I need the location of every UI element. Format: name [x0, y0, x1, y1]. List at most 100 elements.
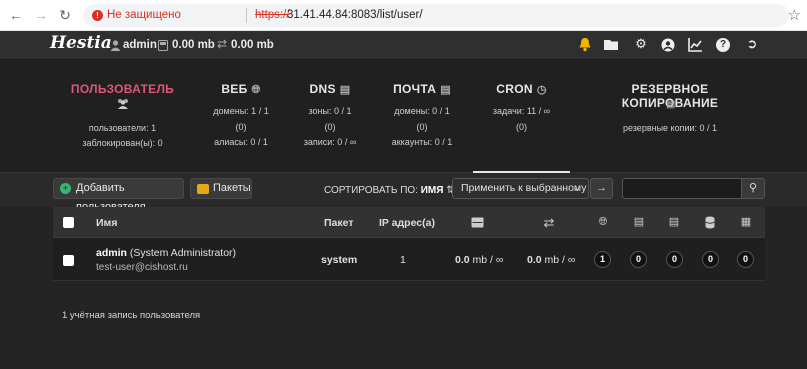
bell-icon[interactable]: [578, 37, 592, 52]
back-icon[interactable]: ←: [7, 6, 25, 24]
row-checkbox[interactable]: [63, 255, 74, 266]
search-input[interactable]: [622, 178, 742, 199]
tab-stat: аккаунты: 0 / 1: [391, 137, 453, 147]
packages-label: Пакеты: [213, 182, 251, 194]
db-count-badge: 0: [702, 251, 719, 268]
address-bar[interactable]: ! Не защищено https:// 31.41.44.84:8083/…: [83, 4, 801, 27]
tab-title: ПОЛЬЗОВАТЕЛЬ: [70, 82, 175, 96]
top-bar: Hestia admin 0.00 mb ⇄ 0.00 mb ⚙ ? ➲: [0, 31, 807, 60]
backup-count-badge: 0: [737, 251, 754, 268]
book-icon: ▤: [633, 216, 645, 228]
sort-label: СОРТИРОВАТЬ ПО:: [324, 185, 418, 196]
row-bw-unit: mb / ∞: [544, 254, 576, 266]
url-scheme: https://: [255, 9, 290, 21]
tab-title: CRON: [496, 82, 533, 96]
disk-usage: 0.00 mb: [172, 39, 215, 51]
search-button[interactable]: ⚲: [741, 178, 765, 199]
database-icon: [705, 216, 715, 229]
disk-icon: [471, 217, 484, 228]
reload-icon[interactable]: ↻: [56, 6, 74, 24]
clock-icon: ◷: [536, 84, 547, 96]
help-icon[interactable]: ?: [716, 38, 730, 52]
warning-icon: !: [92, 10, 103, 21]
bulk-action-select[interactable]: Применить к выбранному ⌄: [452, 178, 589, 199]
tab-stat: записи: 0 / ∞: [303, 137, 357, 147]
globe-icon: 🌐︎: [598, 216, 608, 228]
packages-button[interactable]: Пакеты: [190, 178, 252, 199]
url-text: 31.41.44.84:8083/list/user/: [287, 9, 423, 21]
gear-icon[interactable]: ⚙: [633, 36, 649, 52]
security-label[interactable]: Не защищено: [107, 9, 181, 21]
add-user-button[interactable]: + Добавить пользователя: [53, 178, 184, 213]
bulk-action-value: Применить к выбранному: [461, 182, 587, 194]
tab-users[interactable]: ПОЛЬЗОВАТЕЛЬ пользователи: 1 заблокирова…: [60, 60, 185, 173]
tab-stat: заблокирован(ы): 0: [82, 138, 163, 148]
disk-icon: [158, 40, 168, 51]
table-row[interactable]: admin (System Administrator) test-user@c…: [53, 238, 765, 281]
tab-stat: пользователи: 1: [88, 123, 157, 133]
tab-mail[interactable]: ПОЧТА ▤ домены: 0 / 1 (0) аккаунты: 0 / 1: [379, 60, 465, 173]
toolbar: + Добавить пользователя Пакеты СОРТИРОВА…: [0, 173, 807, 213]
logout-icon[interactable]: ➲: [744, 36, 760, 52]
tab-stat: домены: 1 / 1: [213, 106, 269, 116]
bookmark-star-icon[interactable]: ☆: [788, 6, 801, 24]
chevron-down-icon: ⌄: [573, 183, 581, 193]
tab-stat: (0): [324, 122, 336, 132]
folder-icon[interactable]: [604, 39, 620, 51]
package-icon: [197, 184, 209, 194]
tab-title: DNS: [309, 82, 336, 96]
apply-button[interactable]: →: [590, 178, 613, 199]
logo[interactable]: Hestia: [50, 33, 112, 53]
tab-backup[interactable]: РЕЗЕРВНОЕ КОПИРОВАНИЕ ▦ резервные копии:…: [588, 60, 752, 173]
forward-icon[interactable]: →: [32, 6, 50, 24]
row-disk-unit: mb / ∞: [472, 254, 504, 266]
plus-circle-icon: +: [60, 183, 71, 194]
file-icon: ▦: [666, 99, 676, 110]
tab-stat: (0): [516, 122, 527, 132]
sort-control[interactable]: СОРТИРОВАТЬ ПО: ИМЯ ⇅: [324, 185, 455, 196]
mail-server-icon: ▤: [668, 216, 680, 228]
tab-stat: (0): [416, 122, 428, 132]
user-icon: [110, 40, 121, 51]
file-icon: ▦: [740, 216, 752, 228]
row-email: test-user@cishost.ru: [96, 262, 188, 273]
transfer-icon: ⇄: [543, 215, 555, 230]
chart-icon[interactable]: [688, 38, 703, 52]
header-name[interactable]: Имя: [96, 217, 117, 229]
tab-title: ПОЧТА: [393, 82, 437, 96]
tab-cron[interactable]: CRON ◷ задачи: 11 / ∞ (0): [473, 60, 570, 174]
tab-dns[interactable]: DNS ▤ зоны: 0 / 1 (0) записи: 0 / ∞: [296, 60, 364, 173]
mail-server-icon: ▤: [440, 84, 451, 96]
transfer-icon: ⇄: [216, 37, 228, 51]
sort-value: ИМЯ: [420, 185, 444, 196]
tab-stat: резервные копии: 0 / 1: [622, 123, 718, 133]
web-count-badge: 1: [594, 251, 611, 268]
header-ip[interactable]: IP адрес(а): [379, 217, 435, 229]
dns-count-badge: 0: [630, 251, 647, 268]
tab-stat: алиасы: 0 / 1: [214, 137, 268, 147]
row-package[interactable]: system: [321, 254, 357, 266]
tab-title: ВЕБ: [221, 82, 248, 96]
divider: [246, 8, 247, 23]
users-icon: [118, 99, 128, 109]
mail-count-badge: 0: [666, 251, 683, 268]
tab-stat: (0): [235, 122, 247, 132]
globe-icon: 🌐︎: [251, 84, 261, 96]
stats-panel: ПОЛЬЗОВАТЕЛЬ пользователи: 1 заблокирова…: [0, 60, 807, 174]
row-fullname: (System Administrator): [129, 247, 237, 259]
select-all-checkbox[interactable]: [63, 217, 74, 228]
browser-chrome: ← → ↻ ! Не защищено https:// 31.41.44.84…: [0, 0, 807, 31]
tab-stat: зоны: 0 / 1: [308, 106, 352, 116]
tab-stat: домены: 0 / 1: [394, 106, 450, 116]
row-bw-value: 0.0: [527, 254, 542, 266]
account-icon[interactable]: [661, 38, 675, 52]
tab-stat: задачи: 11 / ∞: [492, 106, 551, 116]
arrow-right-icon: →: [596, 182, 607, 194]
row-disk-value: 0.0: [455, 254, 470, 266]
header-package[interactable]: Пакет: [324, 217, 354, 229]
current-user[interactable]: admin: [123, 39, 157, 51]
search-icon: ⚲: [748, 182, 758, 194]
row-ip-count: 1: [400, 254, 406, 266]
row-username[interactable]: admin: [96, 247, 127, 259]
tab-web[interactable]: ВЕБ 🌐︎ домены: 1 / 1 (0) алиасы: 0 / 1: [196, 60, 286, 173]
